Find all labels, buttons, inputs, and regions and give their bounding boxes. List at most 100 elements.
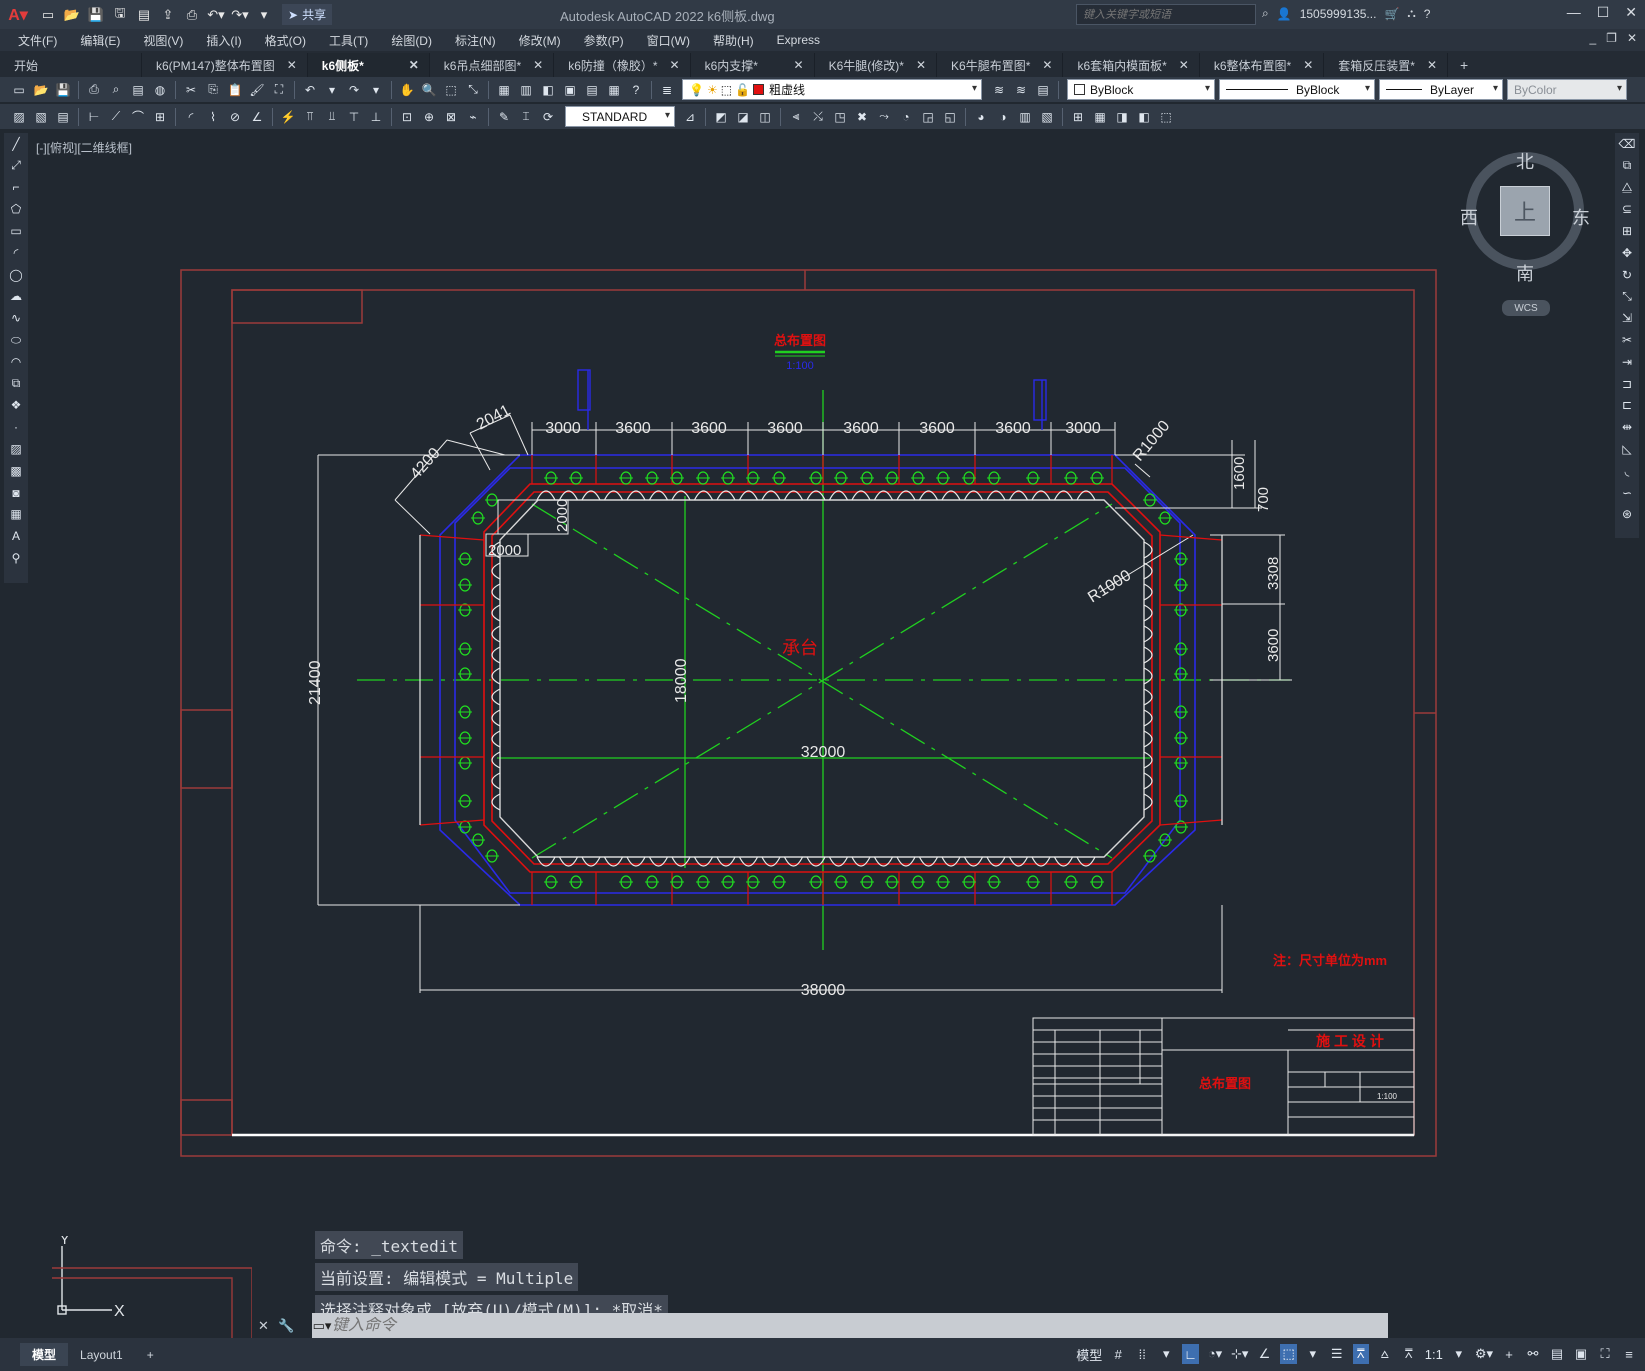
hatch-icon[interactable]: ▨ [5,438,27,460]
modify-tool-icon[interactable]: ◔ [895,106,917,128]
tolerance-icon[interactable]: ⊡ [396,106,418,128]
close-icon[interactable]: ✕ [1427,58,1437,72]
dim-edit-icon[interactable]: ✎ [493,106,515,128]
units-icon[interactable]: ⚯ [1525,1344,1541,1364]
menu-window[interactable]: 窗口(W) [647,32,690,49]
auto-scale-icon[interactable]: ⩟ [1377,1344,1393,1364]
command-close-icon[interactable]: ✕ [258,1318,269,1334]
new-icon[interactable]: ▭ [8,79,30,101]
plotstyle-dropdown[interactable]: ByColor ▾ [1507,79,1627,100]
user-name[interactable]: 1505999135... [1300,7,1377,21]
workspace-gear-icon[interactable]: ⚙▾ [1475,1344,1493,1364]
dim-style-icon[interactable]: ⊿ [679,106,701,128]
search-icon[interactable]: ⌕ [1262,6,1269,21]
plot-icon[interactable]: ⎙ [83,79,105,101]
doc-restore-icon[interactable]: ❐ [1606,31,1617,45]
tab-file[interactable]: k6套箱内模面板* ✕ [1063,53,1200,77]
modify-tool-icon[interactable]: ◳ [829,106,851,128]
modify-tool-icon[interactable]: ⊞ [1067,106,1089,128]
modify-tool-icon[interactable]: ◕ [970,106,992,128]
polyline-icon[interactable]: ⌐ [5,177,27,199]
zoom-window-icon[interactable]: ⬚ [440,79,462,101]
add-selected-icon[interactable]: ⚲ [5,547,27,569]
wcs-menu[interactable]: WCS [1502,300,1550,316]
modify-tool-icon[interactable]: ◩ [710,106,732,128]
viewport-controls[interactable]: [-][俯视][二维线框] [36,139,132,156]
close-icon[interactable]: ✕ [409,58,419,72]
trim-icon[interactable]: ✂ [1616,329,1638,351]
close-icon[interactable]: ✕ [1042,58,1052,72]
modify-tool-icon[interactable]: ◱ [939,106,961,128]
lineweight-icon[interactable]: ☰ [1329,1344,1345,1364]
plot-icon[interactable]: ⎙ [180,3,204,27]
markup-icon[interactable]: ▤ [581,79,603,101]
command-prompt-icon[interactable]: ▭▾ [312,1318,332,1334]
autodesk-app-icon[interactable]: ⛬ [1407,6,1415,21]
tab-file[interactable]: k6吊点细部图* ✕ [430,53,555,77]
tool-palettes-icon[interactable]: ◧ [537,79,559,101]
modify-tool-icon[interactable]: ▧ [1036,106,1058,128]
clean-screen-icon[interactable]: ⛶ [1597,1344,1613,1364]
tab-file-active[interactable]: k6侧板* ✕ [307,53,430,77]
publish-icon[interactable]: ▤ [132,3,156,27]
quickcalc-icon[interactable]: ▦ [603,79,625,101]
help-icon[interactable]: ? [1424,7,1431,21]
redo-icon[interactable]: ↷▾ [228,3,252,27]
inspection-icon[interactable]: ⊠ [440,106,462,128]
menu-view[interactable]: 视图(V) [143,32,183,49]
model-space-button[interactable]: 模型 [1076,1344,1102,1364]
scale-icon[interactable]: ⤡ [1616,286,1638,308]
array-icon[interactable]: ⊞ [1616,220,1638,242]
tab-file[interactable]: k6整体布置图* ✕ [1200,53,1325,77]
multiline-text-icon[interactable]: A [5,525,27,547]
menu-tools[interactable]: 工具(T) [329,32,368,49]
close-icon[interactable]: ✕ [1179,58,1189,72]
ellipse-arc-icon[interactable]: ◠ [5,351,27,373]
compass-north[interactable]: 北 [1516,148,1534,174]
search-input[interactable] [1076,4,1256,25]
layer-dropdown[interactable]: 💡 ☀ ⬚ 🔓 粗虚线 ▾ [682,79,982,100]
doc-minimize-icon[interactable]: _ [1589,31,1596,45]
sheet-set-icon[interactable]: ▣ [559,79,581,101]
copy-icon[interactable]: ⧉ [1616,155,1638,177]
modify-tool-icon[interactable]: ◫ [754,106,776,128]
autocad-logo-icon[interactable]: A▾ [0,0,36,29]
polar-icon[interactable]: ◔▾ [1207,1344,1223,1364]
modify-tool-icon[interactable]: ◨ [1111,106,1133,128]
dim-linear-icon[interactable]: ⊢ [83,106,105,128]
isodraft-icon[interactable]: ⊹▾ [1231,1344,1248,1364]
chevron-down-icon[interactable]: ▾ [1158,1344,1174,1364]
open-icon[interactable]: 📂 [30,79,52,101]
line-icon[interactable]: ╱ [5,133,27,155]
customization-icon[interactable]: ≡ [1621,1344,1637,1364]
modify-tool-icon[interactable]: ▥ [1014,106,1036,128]
cart-icon[interactable]: 🛒 [1384,7,1399,21]
dim-jogged-icon[interactable]: ⌇ [202,106,224,128]
paste-icon[interactable]: 📋 [224,79,246,101]
save-icon[interactable]: 💾 [84,3,108,27]
layer-previous-icon[interactable]: ≋ [1010,79,1032,101]
annotation-visibility-icon[interactable]: ⩞ [1352,1344,1369,1364]
customize-qat-icon[interactable]: ▾ [252,3,276,27]
dim-angular-icon[interactable]: ∠ [246,106,268,128]
hardware-acceleration-icon[interactable]: ▣ [1573,1344,1589,1364]
export-icon[interactable]: ⇪ [156,3,180,27]
menu-file[interactable]: 文件(F) [18,32,57,49]
redo-icon[interactable]: ↷ [343,79,365,101]
cut-icon[interactable]: ✂ [180,79,202,101]
arc-icon[interactable]: ◜ [5,242,27,264]
save-icon[interactable]: 💾 [52,79,74,101]
menu-modify[interactable]: 修改(M) [519,32,561,49]
spline-icon[interactable]: ∿ [5,307,27,329]
layer-properties-icon[interactable]: ≣ [656,79,678,101]
quick-dim-icon[interactable]: ⚡ [277,106,299,128]
construction-line-icon[interactable]: ⤢ [5,155,27,177]
menu-draw[interactable]: 绘图(D) [391,32,432,49]
dim-space-icon[interactable]: ⊤ [343,106,365,128]
jogged-linear-icon[interactable]: ⌁ [462,106,484,128]
chevron-down-icon[interactable]: ▾ [1305,1344,1321,1364]
3d-dwf-icon[interactable]: ◍ [149,79,171,101]
tab-file[interactable]: k6(PM147)整体布置图 ✕ [142,53,308,77]
join-icon[interactable]: ⇹ [1616,416,1638,438]
ortho-icon[interactable]: ∟ [1182,1344,1200,1364]
